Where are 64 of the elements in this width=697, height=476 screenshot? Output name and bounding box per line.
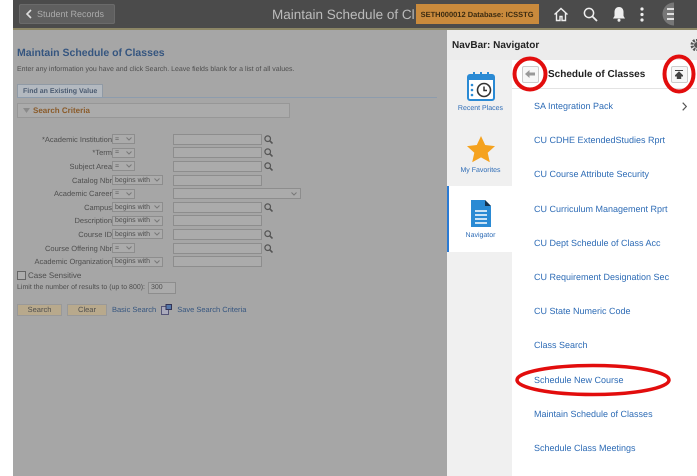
calendar-clock-icon <box>466 71 494 101</box>
caret-icon <box>126 137 132 142</box>
search-icon[interactable] <box>582 6 598 22</box>
top-button[interactable] <box>670 66 688 82</box>
form-title: Maintain Schedule of Classes <box>17 47 166 59</box>
caret-icon <box>126 164 132 168</box>
lookup-search-icon[interactable] <box>264 134 273 144</box>
caret-icon <box>154 232 160 236</box>
input-field[interactable] <box>173 256 262 268</box>
navigator-link[interactable]: CU State Numeric Code <box>534 306 631 316</box>
input-field[interactable] <box>173 134 262 145</box>
input-field[interactable] <box>173 174 262 186</box>
lookup-search-icon[interactable] <box>264 202 273 212</box>
annotation-circle <box>512 56 548 92</box>
lookup-search-icon[interactable] <box>264 148 273 158</box>
input-field[interactable] <box>173 215 262 226</box>
caret-icon <box>126 150 132 155</box>
section-header[interactable]: Search Criteria <box>17 103 290 118</box>
collapse-triangle-icon <box>23 108 30 113</box>
navigator-link[interactable]: CU Dept Schedule of Class Acc <box>534 238 661 248</box>
lookup-search-icon[interactable] <box>264 162 273 171</box>
caret-icon <box>126 246 132 250</box>
document-icon <box>470 199 492 228</box>
input-field[interactable] <box>173 242 262 254</box>
arrow-left-icon <box>525 70 535 78</box>
navigator-link[interactable]: Maintain Schedule of Classes <box>534 408 653 419</box>
chevron-right-icon <box>682 102 687 111</box>
navbar-menu-icon[interactable] <box>660 2 674 26</box>
section-title: Search Criteria <box>33 106 90 115</box>
panel-title: NavBar: Navigator <box>452 40 540 50</box>
arrow-up-to-top-icon <box>675 70 683 78</box>
page-title: Maintain Schedule of Cl <box>272 6 415 22</box>
input-field[interactable] <box>173 228 262 240</box>
home-icon[interactable] <box>552 6 569 22</box>
lookup-search-icon[interactable] <box>264 230 273 239</box>
caret-icon <box>154 260 160 264</box>
back-button[interactable]: Student Records <box>19 4 115 24</box>
checkbox[interactable] <box>17 270 26 280</box>
navigator-link[interactable]: CU Curriculum Management Rprt <box>534 204 668 214</box>
navigator-link[interactable]: CU Requirement Designation Sec <box>534 272 670 282</box>
navigator-link[interactable]: Schedule New Course <box>534 374 624 385</box>
caret-icon <box>126 192 132 196</box>
input-field[interactable] <box>173 147 262 158</box>
caret-icon <box>154 178 160 182</box>
star-icon <box>466 135 496 163</box>
input-field[interactable] <box>173 202 262 213</box>
more-options-icon[interactable] <box>640 6 644 22</box>
save-criteria-icon[interactable] <box>161 304 172 316</box>
folder-heading: Schedule of Classes <box>548 68 646 80</box>
input-field[interactable] <box>173 160 262 172</box>
navigator-link[interactable]: SA Integration Pack <box>534 101 614 112</box>
caret-icon <box>154 205 160 210</box>
caret-icon <box>291 192 297 196</box>
annotation-circle <box>662 54 696 94</box>
navigator-link[interactable]: Class Search <box>534 340 588 350</box>
navigator-link[interactable]: CU CDHE ExtendedStudies Rprt <box>534 135 666 146</box>
notification-bell-icon[interactable] <box>612 6 626 22</box>
lookup-search-icon[interactable] <box>264 244 273 253</box>
caret-icon <box>154 218 160 223</box>
navigator-link[interactable]: CU Course Attribute Security <box>534 169 650 180</box>
back-button[interactable] <box>522 66 538 82</box>
chevron-left-icon <box>26 9 32 19</box>
navigator-link[interactable]: Schedule Class Meetings <box>534 442 636 453</box>
checkbox-label: Case Sensitive <box>28 270 82 280</box>
